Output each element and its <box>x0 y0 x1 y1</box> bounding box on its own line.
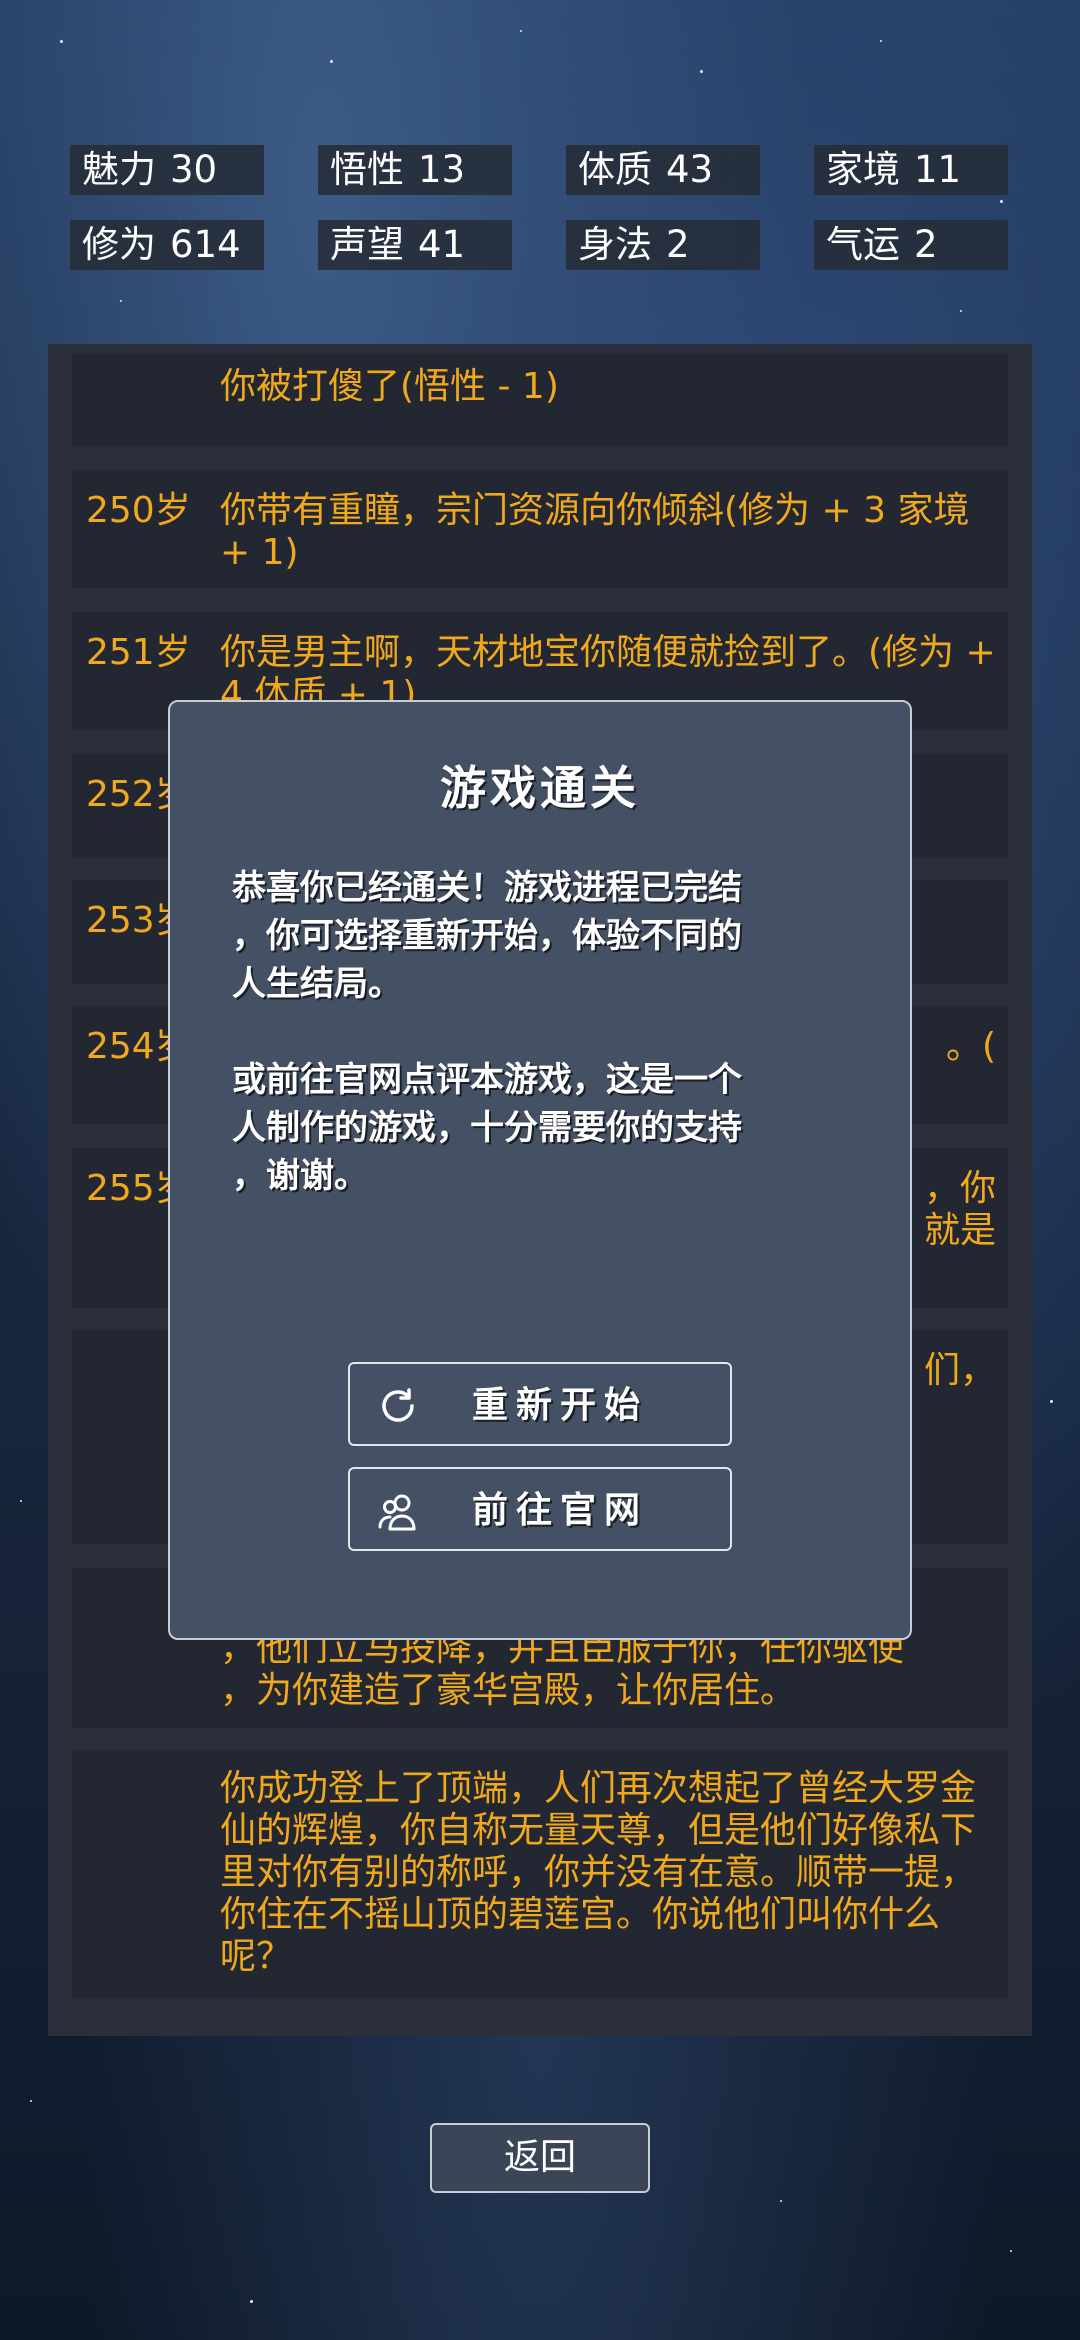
log-entry: 你成功登上了顶端，人们再次想起了曾经大罗金仙的辉煌，你自称无量天尊，但是他们好像… <box>72 1750 1008 1998</box>
dialog-title: 游戏通关 <box>440 761 640 815</box>
log-entry: 250岁 你带有重瞳，宗门资源向你倾斜(修为 + 3 家境 + 1) <box>72 470 1008 588</box>
stat-reputation: 声望 41 <box>318 220 512 270</box>
back-button[interactable]: 返回 <box>430 2123 650 2193</box>
log-entry: 你被打傻了(悟性 - 1) <box>72 354 1008 446</box>
stat-charm: 魅力 30 <box>70 145 264 195</box>
stat-family: 家境 11 <box>814 145 1008 195</box>
restart-button-label: 重新开始 <box>471 1385 648 1426</box>
stat-comprehension: 悟性 13 <box>318 145 512 195</box>
dialog-message: 恭喜你已经通关！游戏进程已完结 ，你可选择重新开始，体验不同的 人生结局。 或前… <box>232 868 742 1196</box>
stat-constitution: 体质 43 <box>566 145 760 195</box>
stat-luck: 气运 2 <box>814 220 1008 270</box>
official-website-button-label: 前往官网 <box>471 1490 648 1531</box>
stat-agility: 身法 2 <box>566 220 760 270</box>
stat-cultivation: 修为 614 <box>70 220 264 270</box>
restart-button[interactable]: 重新开始 <box>348 1362 732 1446</box>
game-complete-dialog: 游戏通关 恭喜你已经通关！游戏进程已完结 ，你可选择重新开始，体验不同的 人生结… <box>168 700 912 1640</box>
official-website-button[interactable]: 前往官网 <box>348 1467 732 1551</box>
